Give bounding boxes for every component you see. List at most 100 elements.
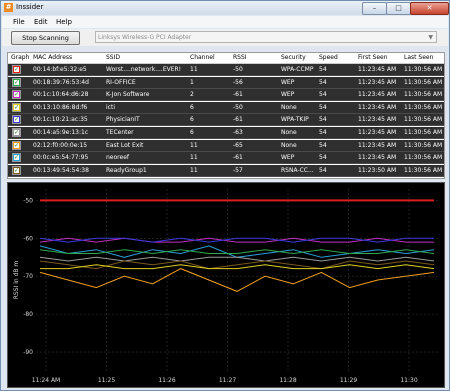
cell-mac: 00:13:10:86:8d:f6 (33, 103, 88, 111)
cell-last: 11:30:56 AM (404, 103, 443, 111)
cell-speed: 54 (319, 141, 327, 149)
series-line (39, 245, 435, 258)
column-header-ssid[interactable]: SSID (106, 54, 120, 61)
cell-security: WEP (281, 154, 295, 162)
adapter-select[interactable]: Linksys Wireless-G PCI Adapter ▼ (95, 31, 437, 43)
stop-scanning-button[interactable]: Stop Scanning (11, 31, 80, 45)
cell-security: None (281, 141, 297, 149)
series-line (39, 256, 435, 262)
series-line (39, 268, 435, 292)
cell-security: WEP (281, 91, 295, 99)
menu-file[interactable]: File (13, 18, 25, 26)
table-row[interactable]: ✓ 00:1c:10:21:ac:35 PhysicianIT 6 -61 WPA-TKI… (8, 114, 444, 127)
x-tick-label: 11:29 (340, 377, 357, 384)
cell-mac: 00:0c:e5:54:77:95 (33, 154, 89, 162)
graph-checkbox[interactable]: ✓ (12, 102, 21, 112)
maximize-button[interactable]: □ (386, 2, 411, 15)
cell-ssid: PhysicianIT (106, 116, 140, 124)
table-row[interactable]: ✓ 00:18:39:76:53:4d RI-OFFICE 1 -56 WEP 54 11:2… (8, 76, 444, 89)
x-tick-label: 11:26 (158, 377, 175, 384)
cell-mac: 00:14:a5:9e:13:1c (33, 129, 89, 136)
column-header-mac[interactable]: MAC Address (33, 54, 72, 61)
rssi-chart: -50 -60 -70 -80 -90 11:24 AM 11:25 11:26 11:27 11… (13, 189, 438, 384)
column-header-security[interactable]: Security (281, 54, 306, 61)
cell-rssi: -61 (233, 91, 243, 99)
cell-first: 11:23:45 AM (358, 116, 397, 124)
minimize-button[interactable]: – (362, 2, 387, 15)
column-header-last-seen[interactable]: Last Seen (404, 54, 433, 61)
cell-speed: 54 (319, 166, 327, 174)
cell-mac: 00:1c:10:21:ac:35 (33, 116, 88, 124)
check-icon: ✓ (14, 78, 20, 86)
graph-checkbox[interactable]: ✓ (12, 77, 21, 87)
cell-speed: 54 (319, 91, 327, 99)
column-header-rssi[interactable]: RSSI (233, 54, 247, 61)
close-button[interactable]: ✕ (410, 2, 449, 15)
cell-channel: 6 (190, 103, 194, 111)
table-row[interactable]: ✓ 00:0c:e5:54:77:95 neoreef 11 -61 WEP 54 11:23… (8, 152, 444, 165)
cell-rssi: -50 (233, 103, 243, 111)
cell-ssid: neoreef (106, 154, 129, 162)
cell-first: 11:23:45 AM (358, 91, 397, 99)
cell-last: 11:30:56 AM (404, 91, 443, 99)
graph-checkbox[interactable]: ✓ (12, 140, 21, 150)
y-tick-label: -80 (23, 311, 33, 318)
title-bar[interactable]: # Inssider – □ ✕ (1, 1, 449, 15)
cell-channel: 2 (190, 91, 194, 99)
column-header-first-seen[interactable]: First Seen (358, 54, 388, 61)
check-icon: ✓ (14, 166, 20, 174)
cell-speed: 54 (319, 78, 327, 86)
network-table: Graph MAC Address SSID Channel RSSI Secu… (7, 52, 445, 179)
cell-last: 11:30:56 AM (404, 116, 443, 124)
graph-checkbox[interactable]: ✓ (12, 115, 21, 125)
cell-mac: 02:12:f0:00:0e:15 (33, 141, 88, 149)
cell-ssid: ReadyGroup1 (106, 166, 147, 174)
x-tick-label: 11:28 (279, 377, 296, 384)
table-row[interactable]: ✓ 00:14:a5:9e:13:1c TECenter 6 -63 None 54 11:2… (8, 127, 444, 139)
cell-first: 11:23:45 AM (358, 141, 397, 149)
cell-last: 11:30:56 AM (404, 166, 443, 174)
table-row[interactable]: ✓ 00:13:49:54:54:38 ReadyGroup1 11 -57 RSNA-C… (8, 164, 444, 177)
column-header-speed[interactable]: Speed (319, 54, 338, 61)
cell-channel: 11 (190, 66, 198, 73)
cell-rssi: -63 (233, 129, 243, 136)
check-icon: ✓ (14, 116, 20, 124)
column-header-graph[interactable]: Graph (11, 54, 29, 61)
table-row[interactable]: ✓ 00:13:10:86:8d:f6 icti 6 -50 None 54 11:23:45… (8, 101, 444, 114)
graph-checkbox[interactable]: ✓ (12, 90, 21, 100)
check-icon: ✓ (14, 66, 20, 73)
cell-last: 11:30:56 AM (404, 66, 443, 73)
y-tick-label: -90 (23, 349, 33, 356)
rssi-graph: -50 -60 -70 -80 -90 11:24 AM 11:25 11:26 11:27 11… (7, 182, 445, 388)
graph-checkbox[interactable]: ✓ (12, 165, 21, 175)
cell-speed: 54 (319, 66, 327, 73)
menu-edit[interactable]: Edit (34, 18, 48, 26)
cell-security: WEP (281, 78, 295, 86)
cell-first: 11:23:45 AM (358, 66, 397, 73)
app-logo-icon: # (4, 3, 13, 12)
check-icon: ✓ (14, 141, 20, 149)
cell-security: WPA-CCMP (281, 66, 314, 73)
x-tick-label: 11:27 (219, 377, 236, 384)
cell-last: 11:30:56 AM (404, 141, 443, 149)
graph-checkbox[interactable]: ✓ (12, 128, 21, 137)
table-row[interactable]: ✓ 00:1c:10:64:d6:28 K-Jon Software 2 -61 WEP 5… (8, 89, 444, 102)
check-icon: ✓ (14, 154, 20, 162)
table-row[interactable]: ✓ 00:14:bf:e5:32:e5 Worst....network....EV… (8, 64, 444, 76)
table-row[interactable]: ✓ 02:12:f0:00:0e:15 East Lot Exit 11 -65 None… (8, 139, 444, 152)
graph-checkbox[interactable]: ✓ (12, 65, 21, 74)
cell-speed: 54 (319, 103, 327, 111)
cell-rssi: -61 (233, 116, 243, 124)
cell-mac: 00:1c:10:64:d6:28 (33, 91, 89, 99)
cell-security: None (281, 129, 297, 136)
cell-last: 11:30:56 AM (404, 129, 443, 136)
cell-speed: 54 (319, 116, 327, 124)
graph-checkbox[interactable]: ✓ (12, 153, 21, 163)
cell-rssi: -65 (233, 141, 243, 149)
check-icon: ✓ (14, 91, 20, 99)
cell-first: 11:23:45 AM (358, 154, 397, 162)
column-header-channel[interactable]: Channel (190, 54, 215, 61)
cell-rssi: -61 (233, 154, 243, 162)
cell-rssi: -56 (233, 78, 243, 86)
menu-help[interactable]: Help (56, 18, 72, 26)
